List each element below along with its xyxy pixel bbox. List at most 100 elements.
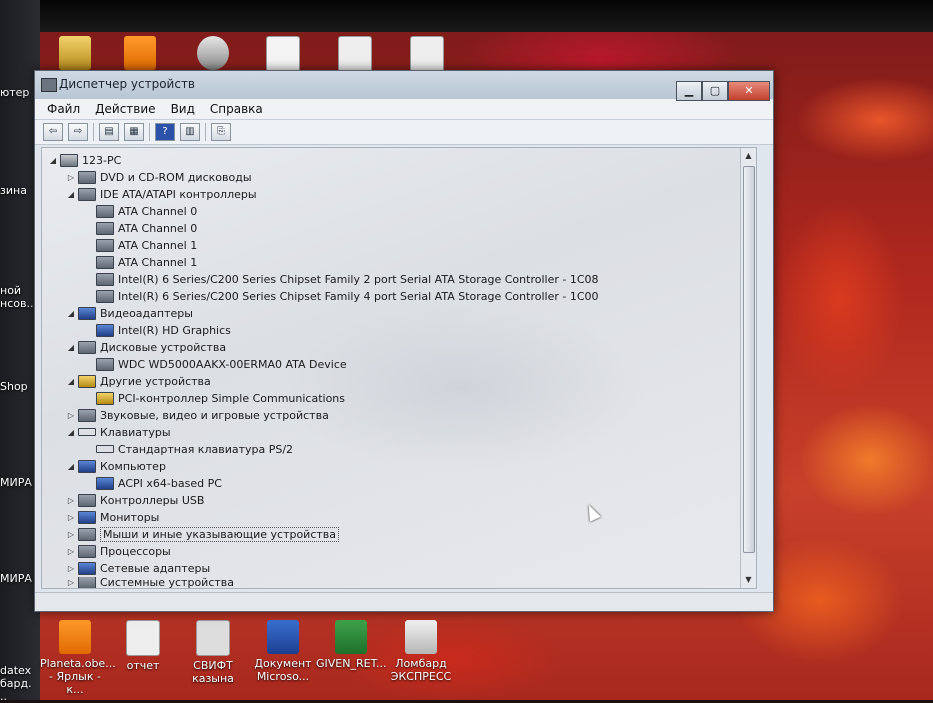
tree-node-keyboards[interactable]: ◢ Клавиатуры [66,424,171,440]
menu-file[interactable]: Файл [47,102,80,116]
tree-leaf-device[interactable]: Intel(R) HD Graphics [96,322,231,338]
menu-help[interactable]: Справка [210,102,263,116]
system-device-icon [78,577,96,588]
expand-arrow-icon[interactable]: ▷ [66,564,76,573]
expand-arrow-icon[interactable]: ▷ [66,411,76,420]
left-desktop-label[interactable]: МИРА [0,476,32,489]
title-bar[interactable]: Диспетчер устройств ▁ ▢ ✕ [35,71,773,101]
device-manager-icon [41,78,57,92]
tree-leaf-device[interactable]: Стандартная клавиатура PS/2 [96,441,293,457]
tree-leaf-label: Intel(R) 6 Series/C200 Series Chipset Fa… [118,289,599,303]
device-tree[interactable]: ◢ 123-PC ▷ DVD и CD-ROM дисководы ◢ IDE … [41,147,757,589]
collapse-arrow-icon[interactable]: ◢ [48,156,58,165]
tree-node-sound[interactable]: ▷ Звуковые, видео и игровые устройства [66,407,329,423]
expand-arrow-icon[interactable]: ▷ [66,578,76,587]
scroll-down-icon[interactable]: ▼ [741,572,756,588]
left-desktop-label[interactable]: Shop [0,380,28,393]
tree-leaf-device[interactable]: WDC WD5000AAKX-00ERMA0 ATA Device [96,356,347,372]
tree-node-label: Контроллеры USB [100,493,205,507]
forward-button[interactable]: ⇨ [68,123,88,141]
tree-node-usb[interactable]: ▷ Контроллеры USB [66,492,204,508]
computer-icon [78,459,96,473]
desktop-shortcut-swift[interactable]: СВИФТ казына [178,620,248,685]
tree-node-computer[interactable]: ◢ Компьютер [66,458,166,474]
left-desktop-label[interactable]: зина [0,184,27,197]
menu-action[interactable]: Действие [95,102,155,116]
teamviewer-icon[interactable] [178,36,248,73]
desktop-shortcut-word[interactable]: Документ Microso... [248,620,318,683]
vlc-icon[interactable] [105,36,175,73]
collapse-arrow-icon[interactable]: ◢ [66,190,76,199]
list-view-button[interactable]: ▥ [180,123,200,141]
tree-node-label: Дисковые устройства [100,340,227,354]
tree-leaf-device[interactable]: ACPI x64-based PC [96,475,222,491]
scroll-up-icon[interactable]: ▲ [741,148,756,164]
back-button[interactable]: ⇦ [43,123,63,141]
tree-node-label: IDE ATA/ATAPI контроллеры [100,187,257,201]
computer-icon [60,153,78,167]
tree-node-processors[interactable]: ▷ Процессоры [66,543,171,559]
tree-node-ide[interactable]: ◢ IDE ATA/ATAPI контроллеры [66,186,257,202]
desktop-shortcut-planeta[interactable]: Planeta.obe... - Ярлык - к... [40,620,116,696]
collapse-arrow-icon[interactable]: ◢ [66,462,76,471]
desktop-icon-label: GIVEN_RET... [316,657,387,670]
tree-node-network[interactable]: ▷ Сетевые адаптеры [66,560,210,576]
tree-leaf-device[interactable]: ATA Channel 1 [96,237,197,253]
tree-leaf-device[interactable]: ATA Channel 0 [96,220,197,236]
maximize-button[interactable]: ▢ [702,81,728,101]
desktop-shortcut-otchet[interactable]: отчет [108,620,178,672]
monitor-bezel [0,0,933,32]
tree-root[interactable]: ◢ 123-PC [48,152,121,168]
left-desktop-label[interactable]: datex бард. .. [0,664,40,703]
tree-node-monitors[interactable]: ▷ Мониторы [66,509,159,525]
help-button[interactable]: ? [155,123,175,141]
expand-arrow-icon[interactable]: ▷ [66,547,76,556]
desktop-shortcut-lombard[interactable]: Ломбард ЭКСПРЕСС [386,620,456,683]
menu-view[interactable]: Вид [171,102,195,116]
tree-leaf-label: ACPI x64-based PC [118,476,222,490]
tree-node-dvd[interactable]: ▷ DVD и CD-ROM дисководы [66,169,252,185]
tree-node-label: Мониторы [100,510,160,524]
vertical-scrollbar[interactable]: ▲ ▼ [740,148,756,588]
ide-controller-icon [96,255,114,269]
desktop-icon-label: Документ Microso... [254,657,312,683]
properties-button[interactable]: ▤ [99,123,119,141]
scrollbar-thumb[interactable] [743,166,755,553]
tree-node-disks[interactable]: ◢ Дисковые устройства [66,339,226,355]
tree-node-system[interactable]: ▷ Системные устройства [66,577,234,588]
expand-arrow-icon[interactable]: ▷ [66,496,76,505]
expand-arrow-icon[interactable]: ▷ [66,513,76,522]
minimize-button[interactable]: ▁ [676,81,702,101]
tree-node-label: Системные устройства [100,577,234,588]
tree-node-mice[interactable]: ▷ Мыши и иные указывающие устройства [66,526,340,542]
left-desktop-label[interactable]: ютер [0,86,29,99]
expand-arrow-icon[interactable]: ▷ [66,173,76,182]
collapse-arrow-icon[interactable]: ◢ [66,377,76,386]
left-desktop-label[interactable]: МИРА [0,572,32,585]
keyboard-icon [96,445,114,453]
close-button[interactable]: ✕ [728,81,770,101]
network-adapter-icon [78,561,96,575]
scan-hardware-button[interactable]: ⎘ [211,123,231,141]
tree-node-label: DVD и CD-ROM дисководы [100,170,252,184]
collapse-arrow-icon[interactable]: ◢ [66,343,76,352]
window-view-button[interactable]: ▦ [124,123,144,141]
tree-node-other[interactable]: ◢ Другие устройства [66,373,211,389]
desktop-icon-label: Planeta.obe... - Ярлык - к... [40,657,116,696]
document-icon [126,620,160,656]
tree-leaf-device[interactable]: PCI-контроллер Simple Communications [96,390,345,406]
processor-icon [78,544,96,558]
expand-arrow-icon[interactable]: ▷ [66,530,76,539]
toolbar-separator [149,123,150,141]
collapse-arrow-icon[interactable]: ◢ [66,309,76,318]
folder-icon[interactable] [40,36,110,73]
collapse-arrow-icon[interactable]: ◢ [66,428,76,437]
tree-leaf-device[interactable]: Intel(R) 6 Series/C200 Series Chipset Fa… [96,288,599,304]
unknown-device-icon [78,374,96,388]
left-desktop-label[interactable]: ной нсов... [0,284,37,310]
tree-leaf-device[interactable]: Intel(R) 6 Series/C200 Series Chipset Fa… [96,271,599,287]
tree-node-video[interactable]: ◢ Видеоадаптеры [66,305,193,321]
tree-leaf-device[interactable]: ATA Channel 0 [96,203,197,219]
tree-leaf-device[interactable]: ATA Channel 1 [96,254,197,270]
desktop-shortcut-excel[interactable]: GIVEN_RET... [316,620,386,670]
